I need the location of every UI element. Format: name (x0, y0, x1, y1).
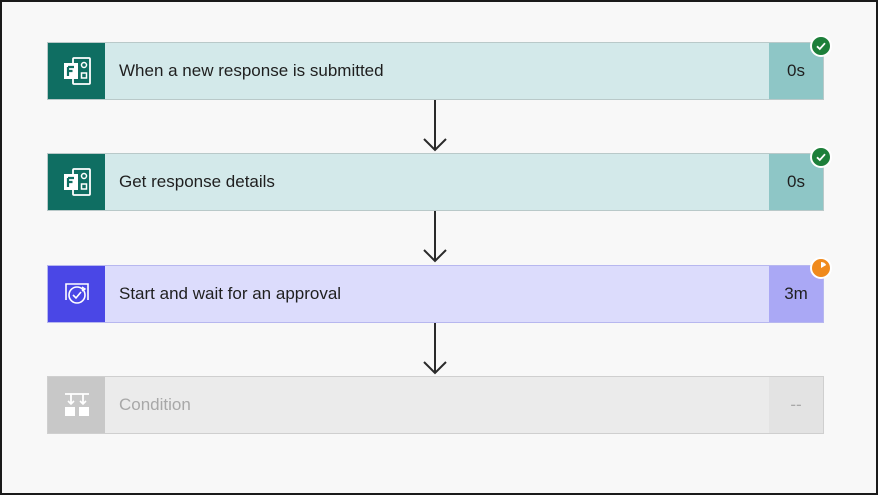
success-check-icon (810, 146, 832, 168)
step-title: Get response details (105, 154, 769, 210)
flow-arrow-icon (423, 211, 447, 263)
forms-icon (48, 43, 105, 99)
run-history-canvas: When a new response is submitted 0s Get … (0, 0, 878, 495)
step-title: Condition (105, 377, 769, 433)
step-title: Start and wait for an approval (105, 266, 769, 322)
running-clock-icon (810, 257, 832, 279)
step-condition[interactable]: Condition -- (47, 376, 824, 434)
approval-icon (48, 266, 105, 322)
condition-icon (48, 377, 105, 433)
step-get-response-details[interactable]: Get response details 0s (47, 153, 824, 211)
step-start-and-wait-for-approval[interactable]: Start and wait for an approval 3m (47, 265, 824, 323)
success-check-icon (810, 35, 832, 57)
step-title: When a new response is submitted (105, 43, 769, 99)
flow-arrow-icon (423, 100, 447, 152)
forms-icon (48, 154, 105, 210)
step-when-new-response-submitted[interactable]: When a new response is submitted 0s (47, 42, 824, 100)
step-duration: -- (769, 377, 823, 433)
flow-arrow-icon (423, 323, 447, 375)
